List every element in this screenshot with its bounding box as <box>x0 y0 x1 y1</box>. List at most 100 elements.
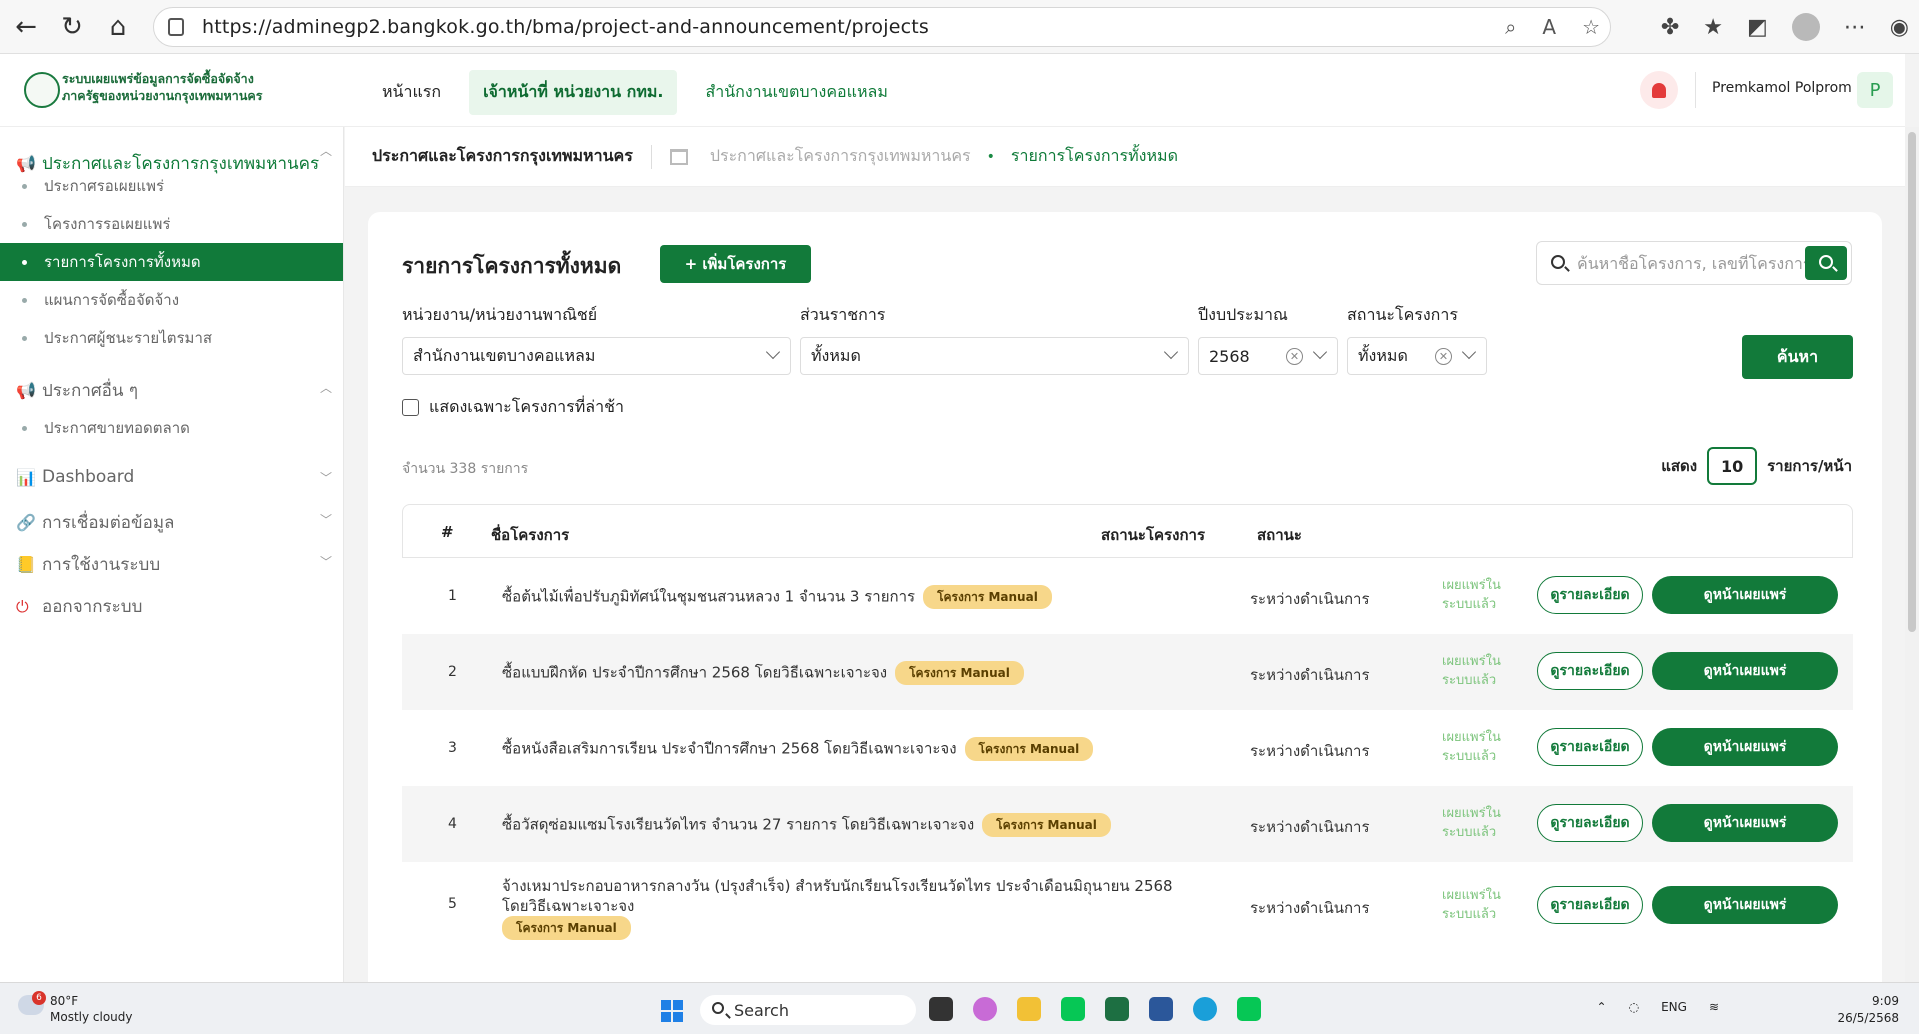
site-info-icon[interactable] <box>168 18 184 36</box>
late-only-checkbox[interactable]: แสดงเฉพาะโครงการที่ล่าช้า <box>402 395 624 420</box>
sidebar-item-quarterly-winners[interactable]: ประกาศผู้ชนะรายไตรมาส <box>0 319 343 357</box>
chevron-down-icon <box>1312 344 1328 360</box>
find-button[interactable]: ค้นหา <box>1742 335 1853 379</box>
column-project-status: สถานะโครงการ <box>1101 526 1206 544</box>
agency-select[interactable]: สำนักงานเขตบางคอแหลม <box>402 337 791 375</box>
add-project-button[interactable]: + เพิ่มโครงการ <box>660 245 811 283</box>
manual-tag: โครงการ Manual <box>923 585 1052 609</box>
word-icon[interactable] <box>1149 997 1173 1021</box>
table-row: 3 ซื้อหนังสือเสริมการเรียน ประจำปีการศึก… <box>402 710 1853 786</box>
chevron-up-icon[interactable]: ⌃ <box>1597 1000 1607 1014</box>
nav-office[interactable]: สำนักงานเขตบางคอแหลม <box>691 70 901 115</box>
chevron-up-icon[interactable]: ︿ <box>320 379 332 396</box>
column-status: สถานะ <box>1257 526 1302 544</box>
browser-essentials-icon[interactable]: ◩ <box>1747 15 1768 40</box>
notification-bell-icon[interactable] <box>1640 71 1678 109</box>
view-details-button[interactable]: ดูรายละเอียด <box>1537 886 1643 924</box>
line-app-icon[interactable] <box>1061 997 1085 1021</box>
clock[interactable]: 9:09 26/5/2568 <box>1837 993 1899 1027</box>
wifi-icon[interactable]: ≋ <box>1709 1000 1719 1014</box>
clear-icon[interactable]: ✕ <box>1435 348 1452 365</box>
network-icon[interactable]: ◌ <box>1629 1000 1639 1014</box>
sidebar-item-pending-announcements[interactable]: ประกาศรอเผยแพร่ <box>0 167 343 205</box>
home-icon[interactable]: ⌂ <box>98 7 138 47</box>
profile-icon[interactable] <box>1791 13 1820 41</box>
task-view-icon[interactable] <box>929 997 953 1021</box>
top-navigation: หน้าแรก เจ้าหน้าที่ หน่วยงาน กทม. สำนักง… <box>368 70 902 115</box>
nav-role[interactable]: เจ้าหน้าที่ หน่วยงาน กทม. <box>469 70 678 115</box>
sidebar-item-logout[interactable]: ⏻ ออกจากระบบ <box>16 593 142 620</box>
system-title[interactable]: ระบบเผยแพร่ข้อมูลการจัดซื้อจัดจ้าง ภาครั… <box>62 70 262 104</box>
weather-widget[interactable]: 80°F Mostly cloudy <box>50 993 133 1025</box>
page-size-control: แสดง 10 รายการ/หน้า <box>1661 447 1852 485</box>
url-text[interactable]: https://adminegp2.bangkok.go.th/bma/proj… <box>202 16 929 38</box>
view-published-button[interactable]: ดูหน้าเผยแพร่ <box>1652 652 1838 690</box>
project-status: ระหว่างดำเนินการ <box>1250 590 1370 608</box>
sidebar-item-auction[interactable]: ประกาศขายทอดตลาด <box>0 409 343 447</box>
read-aloud-icon[interactable]: A <box>1542 15 1556 39</box>
more-menu-icon[interactable]: ⋯ <box>1844 15 1866 40</box>
copilot-icon[interactable]: ◉ <box>1890 15 1909 40</box>
bma-logo[interactable] <box>24 72 60 108</box>
language-indicator[interactable]: ENG <box>1661 1000 1687 1014</box>
view-published-button[interactable]: ดูหน้าเผยแพร่ <box>1652 728 1838 766</box>
home-icon[interactable] <box>669 148 688 165</box>
view-published-button[interactable]: ดูหน้าเผยแพร่ <box>1652 886 1838 924</box>
project-name: ซื้อแบบฝึกหัด ประจำปีการศึกษา 2568 โดยวิ… <box>502 661 1222 685</box>
view-published-button[interactable]: ดูหน้าเผยแพร่ <box>1652 804 1838 842</box>
page-size-input[interactable]: 10 <box>1707 447 1758 485</box>
chevron-down-icon <box>1461 344 1477 360</box>
favorite-star-icon[interactable]: ☆ <box>1582 15 1600 39</box>
sidebar-item-data-connection[interactable]: 🔗 การเชื่อมต่อข้อมูล <box>16 509 174 536</box>
sidebar-item-pending-projects[interactable]: โครงการรอเผยแพร่ <box>0 205 343 243</box>
excel-icon[interactable] <box>1105 997 1129 1021</box>
table-row: 5 จ้างเหมาประกอบอาหารกลางวัน (ปรุงสำเร็จ… <box>402 862 1853 948</box>
view-published-button[interactable]: ดูหน้าเผยแพร่ <box>1652 576 1838 614</box>
avatar[interactable]: P <box>1857 72 1893 108</box>
manual-tag: โครงการ Manual <box>895 661 1024 685</box>
address-bar[interactable]: https://adminegp2.bangkok.go.th/bma/proj… <box>153 7 1611 47</box>
view-details-button[interactable]: ดูรายละเอียด <box>1537 576 1643 614</box>
user-name[interactable]: Premkamol Polprom <box>1712 80 1852 96</box>
line-app-icon[interactable] <box>1237 997 1261 1021</box>
clear-icon[interactable]: ✕ <box>1286 348 1303 365</box>
chevron-up-icon[interactable]: ︿ <box>320 142 332 159</box>
view-details-button[interactable]: ดูรายละเอียด <box>1537 804 1643 842</box>
year-select[interactable]: 2568 ✕ <box>1198 337 1338 375</box>
view-details-button[interactable]: ดูรายละเอียด <box>1537 652 1643 690</box>
project-status: ระหว่างดำเนินการ <box>1250 818 1370 836</box>
checkbox[interactable] <box>402 399 419 416</box>
status-filter-label: สถานะโครงการ <box>1347 305 1458 324</box>
sidebar-item-system-usage[interactable]: 📒 การใช้งานระบบ <box>16 551 160 578</box>
result-count: จำนวน 338 รายการ <box>402 461 529 477</box>
edge-icon[interactable] <box>1193 997 1217 1021</box>
division-select[interactable]: ทั้งหมด <box>800 337 1189 375</box>
sidebar-item-dashboard[interactable]: 📊 Dashboard <box>16 467 134 487</box>
status-select[interactable]: ทั้งหมด ✕ <box>1347 337 1487 375</box>
file-explorer-icon[interactable] <box>1017 997 1041 1021</box>
sidebar-item-all-projects[interactable]: รายการโครงการทั้งหมด <box>0 243 343 281</box>
breadcrumb-item-announcements[interactable]: ประกาศและโครงการกรุงเทพมหานคร <box>710 144 971 169</box>
zoom-icon[interactable]: ⌕ <box>1505 15 1516 39</box>
copilot-app-icon[interactable] <box>973 997 997 1021</box>
sidebar-item-procurement-plan[interactable]: แผนการจัดซื้อจัดจ้าง <box>0 281 343 319</box>
project-name: จ้างเหมาประกอบอาหารกลางวัน (ปรุงสำเร็จ) … <box>502 876 1202 940</box>
search-input[interactable] <box>1577 253 1807 273</box>
chevron-down-icon[interactable]: ﹀ <box>320 469 332 486</box>
extensions-icon[interactable]: ✤ <box>1661 15 1679 40</box>
chevron-down-icon[interactable]: ﹀ <box>320 553 332 570</box>
favorites-icon[interactable]: ★ <box>1703 15 1723 40</box>
refresh-icon[interactable]: ↻ <box>52 7 92 47</box>
breadcrumb-divider <box>650 144 652 169</box>
search-button[interactable] <box>1805 246 1847 280</box>
taskbar-search[interactable]: Search <box>700 995 916 1025</box>
scrollbar-thumb[interactable] <box>1908 132 1916 632</box>
view-details-button[interactable]: ดูรายละเอียด <box>1537 728 1643 766</box>
back-icon[interactable]: ← <box>6 7 46 47</box>
start-icon[interactable] <box>661 1000 683 1022</box>
chevron-down-icon[interactable]: ﹀ <box>320 511 332 528</box>
breadcrumb-separator: • <box>986 148 995 165</box>
nav-home[interactable]: หน้าแรก <box>368 70 455 115</box>
sidebar-group-other-announcements[interactable]: 📢 ประกาศอื่น ๆ <box>16 377 138 404</box>
sidebar: 📢 ประกาศและโครงการกรุงเทพมหานคร ︿ ประกาศ… <box>0 127 344 982</box>
